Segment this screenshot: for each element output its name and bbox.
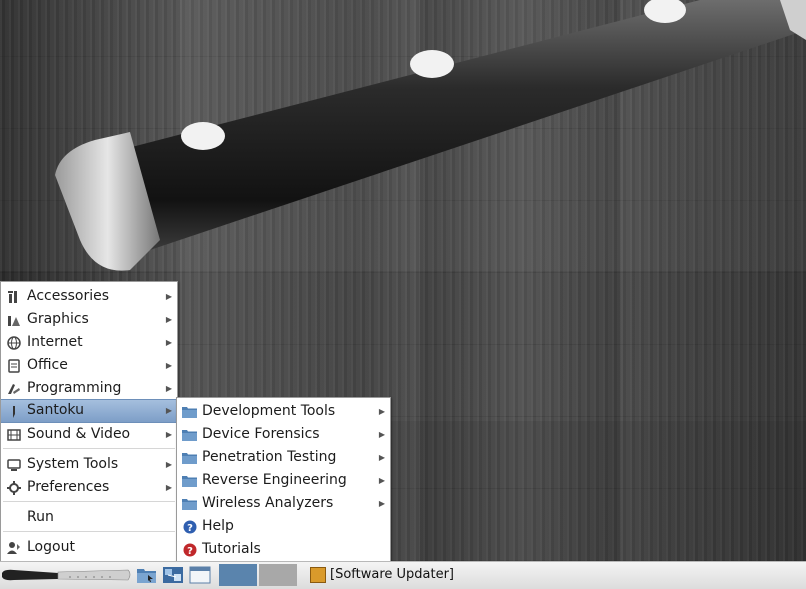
submenu-item-label: Device Forensics	[202, 426, 320, 442]
submenu-item-wireless-analyzers[interactable]: Wireless Analyzers ▶	[177, 492, 390, 515]
application-menu: Accessories ▶ Graphics ▶ Internet ▶ Offi…	[0, 281, 178, 563]
menu-item-run[interactable]: Run	[1, 506, 177, 529]
chevron-right-icon: ▶	[378, 499, 385, 508]
menu-item-label: Office	[27, 357, 68, 373]
desktop-switcher-1[interactable]	[219, 564, 257, 586]
chevron-right-icon: ▶	[378, 430, 385, 439]
chevron-right-icon: ▶	[378, 407, 385, 416]
chevron-right-icon: ▶	[165, 361, 172, 370]
taskbar: [Software Updater]	[0, 561, 806, 589]
graphics-icon	[6, 312, 21, 327]
software-updater-icon	[310, 567, 326, 583]
menu-item-preferences[interactable]: Preferences ▶	[1, 476, 177, 499]
svg-text:?: ?	[187, 546, 193, 557]
chevron-right-icon: ▶	[165, 483, 172, 492]
santoku-knife-logo	[2, 569, 131, 581]
chevron-right-icon: ▶	[165, 338, 172, 347]
svg-text:?: ?	[187, 523, 193, 534]
chevron-right-icon: ▶	[165, 430, 172, 439]
menu-item-internet[interactable]: Internet ▶	[1, 331, 177, 354]
menu-item-system-tools[interactable]: System Tools ▶	[1, 453, 177, 476]
chevron-right-icon: ▶	[165, 406, 172, 415]
programming-icon	[6, 381, 21, 396]
menu-separator	[3, 531, 175, 532]
help-icon: ?	[182, 519, 197, 534]
network-icon	[163, 567, 183, 583]
santoku-submenu: Development Tools ▶ Device Forensics ▶ P…	[176, 397, 391, 563]
menu-item-label: Internet	[27, 334, 83, 350]
folder-icon	[182, 450, 197, 465]
folder-icon	[182, 496, 197, 511]
office-document-icon	[6, 358, 21, 373]
monitor-icon	[6, 457, 21, 472]
submenu-item-reverse-engineering[interactable]: Reverse Engineering ▶	[177, 469, 390, 492]
file-manager-icon	[137, 569, 156, 583]
menu-separator	[3, 448, 175, 449]
folder-icon	[182, 473, 197, 488]
desktop-switcher-2[interactable]	[259, 564, 297, 586]
menu-item-label: Accessories	[27, 288, 110, 304]
internet-globe-icon	[6, 335, 21, 350]
chevron-right-icon: ▶	[165, 384, 172, 393]
taskbar-task-software-updater[interactable]: [Software Updater]	[308, 565, 454, 585]
folder-icon	[182, 427, 197, 442]
menu-item-office[interactable]: Office ▶	[1, 354, 177, 377]
menu-item-sound-video[interactable]: Sound & Video ▶	[1, 423, 177, 446]
chevron-right-icon: ▶	[165, 460, 172, 469]
folder-icon	[182, 404, 197, 419]
santoku-knife-icon	[6, 404, 21, 419]
menu-item-label: Sound & Video	[27, 426, 131, 442]
menu-item-santoku[interactable]: Santoku ▶	[1, 399, 177, 423]
menu-separator	[3, 501, 175, 502]
menu-item-label: Santoku	[27, 402, 84, 418]
menu-item-programming[interactable]: Programming ▶	[1, 377, 177, 400]
knife-wallpaper-image	[55, 0, 806, 271]
chevron-right-icon: ▶	[378, 453, 385, 462]
menu-item-logout[interactable]: Logout	[1, 536, 177, 559]
submenu-item-label: Development Tools	[202, 403, 336, 419]
submenu-item-label: Wireless Analyzers	[202, 495, 334, 511]
network-launcher[interactable]	[162, 565, 184, 585]
menu-item-graphics[interactable]: Graphics ▶	[1, 308, 177, 331]
film-strip-icon	[6, 427, 21, 442]
submenu-item-label: Penetration Testing	[202, 449, 337, 465]
submenu-item-label: Reverse Engineering	[202, 472, 347, 488]
submenu-item-help[interactable]: ? Help	[177, 515, 390, 538]
menu-item-label: System Tools	[27, 456, 119, 472]
gear-icon	[6, 480, 21, 495]
tutorials-icon: ?	[182, 542, 197, 557]
menu-item-label: Programming	[27, 380, 122, 396]
submenu-item-development-tools[interactable]: Development Tools ▶	[177, 400, 390, 423]
submenu-item-penetration-testing[interactable]: Penetration Testing ▶	[177, 446, 390, 469]
menu-item-accessories[interactable]: Accessories ▶	[1, 285, 177, 308]
chevron-right-icon: ▶	[165, 292, 172, 301]
menu-item-label: Graphics	[27, 311, 89, 327]
menu-item-label: Run	[27, 509, 54, 525]
chevron-right-icon: ▶	[378, 476, 385, 485]
chevron-right-icon: ▶	[165, 315, 172, 324]
submenu-item-label: Help	[202, 518, 234, 534]
task-label: [Software Updater]	[330, 567, 455, 582]
accessories-icon	[6, 289, 21, 304]
submenu-item-tutorials[interactable]: ? Tutorials	[177, 538, 390, 561]
submenu-item-label: Tutorials	[202, 541, 261, 557]
submenu-item-device-forensics[interactable]: Device Forensics ▶	[177, 423, 390, 446]
terminal-launcher[interactable]	[189, 565, 211, 585]
menu-item-label: Logout	[27, 539, 75, 555]
terminal-window-icon	[189, 566, 211, 584]
menu-item-label: Preferences	[27, 479, 110, 495]
file-manager-launcher[interactable]	[136, 565, 158, 585]
logout-icon	[6, 540, 21, 555]
start-menu-button[interactable]	[0, 565, 132, 585]
